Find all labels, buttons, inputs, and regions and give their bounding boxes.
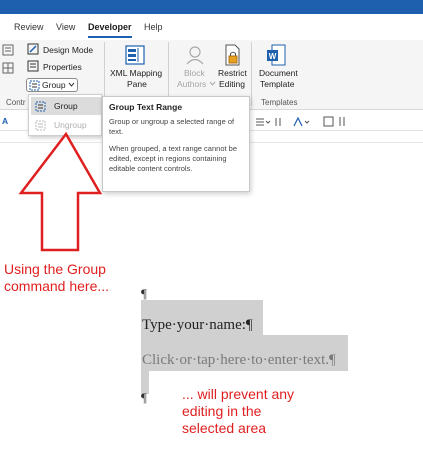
annotation-left-line-1: Using the Group — [4, 261, 106, 277]
annotation-left-line-2: command here... — [4, 278, 110, 294]
annotation-left: Using the Group command here... — [4, 261, 109, 295]
annotation-right-line-1: ... will prevent any — [182, 386, 295, 402]
annotation-right-line-3: selected area — [182, 420, 267, 436]
annotation-right: ... will prevent any editing in the sele… — [182, 386, 294, 437]
annotation-right-line-2: editing in the — [182, 403, 262, 419]
red-arrow-annotation — [18, 131, 103, 252]
